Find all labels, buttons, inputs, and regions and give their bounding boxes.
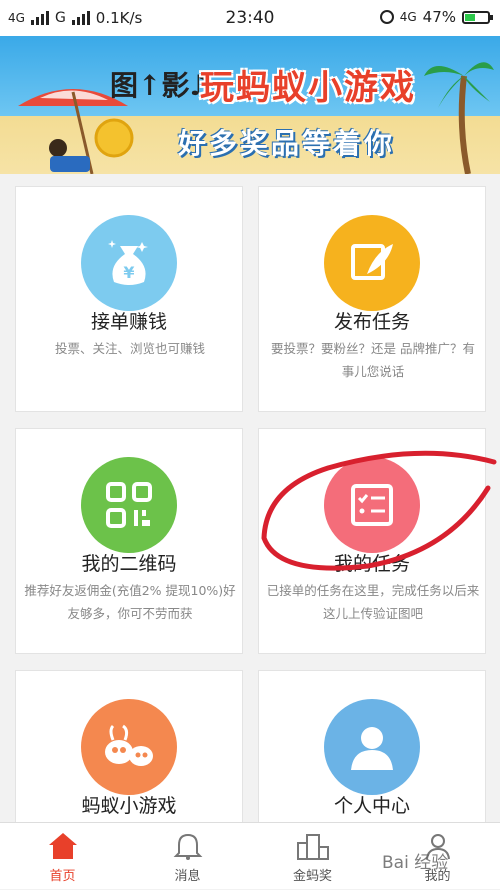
card-title: 发布任务	[333, 311, 410, 333]
card-take-orders[interactable]: ¥ 接单赚钱 投票、关注、浏览也可赚钱	[15, 186, 243, 412]
task-list-icon	[351, 484, 393, 526]
card-personal-center[interactable]: 个人中心	[258, 670, 486, 830]
status-bar: 4G G 0.1K/s 23:40 4G 47%	[0, 0, 500, 36]
qr-code-icon	[106, 482, 152, 528]
card-ant-game[interactable]: 蚂蚁小游戏	[15, 670, 243, 830]
banner-subtitle: 好多奖品等着你	[178, 127, 396, 160]
card-icon-circle: ¥	[81, 215, 177, 311]
palm-tree-icon	[424, 62, 494, 174]
card-title: 蚂蚁小游戏	[81, 795, 177, 817]
clock: 23:40	[225, 8, 275, 28]
tab-home[interactable]: 首页	[0, 823, 125, 890]
card-title: 个人中心	[333, 795, 410, 817]
card-publish-task[interactable]: 发布任务 要投票？要粉丝？还是 品牌推广？有事儿您说话	[258, 186, 486, 412]
status-right: 4G 47%	[379, 8, 493, 26]
edit-feather-icon	[351, 244, 393, 280]
card-my-tasks[interactable]: 我的任务 已接单的任务在这里，完成任务以后来这儿上传验证图吧	[258, 428, 486, 654]
tab-label: 消息	[174, 869, 201, 884]
network-type-2: G	[54, 10, 66, 26]
card-icon-circle	[324, 215, 420, 311]
card-title: 我的任务	[333, 553, 410, 575]
card-title: 我的二维码	[81, 553, 177, 575]
battery-percent: 47%	[422, 8, 456, 26]
alarm-icon	[379, 10, 394, 24]
banner-title: 玩蚂蚁小游戏	[200, 68, 416, 108]
banner-prefix: 图↑影♪	[110, 69, 208, 102]
tab-label: 首页	[49, 869, 76, 884]
card-icon-circle	[324, 457, 420, 553]
network-type-3: 4G	[399, 10, 417, 24]
card-icon-circle	[81, 699, 177, 795]
bell-icon	[173, 833, 202, 860]
tab-messages[interactable]: 消息	[125, 823, 250, 890]
promo-banner[interactable]: 图↑影♪ 玩蚂蚁小游戏 好多奖品等着你	[0, 36, 500, 174]
card-description: 已接单的任务在这里，完成任务以后来这儿上传验证图吧	[266, 583, 480, 621]
card-description: 推荐好友返佣金(充值2% 提现10%)好友够多，你可不劳而获	[24, 583, 236, 621]
tab-gold-ant-award[interactable]: 金蚂奖	[250, 823, 375, 890]
signal-icon	[30, 11, 49, 25]
ant-game-icon	[105, 724, 153, 766]
tab-label: 金蚂奖	[292, 869, 332, 884]
home-icon	[48, 833, 77, 859]
battery-level	[465, 13, 475, 21]
battery-icon	[462, 10, 493, 24]
signal-icon-2	[71, 11, 90, 25]
card-title: 接单赚钱	[90, 311, 167, 333]
watermark: Bai 经验	[382, 853, 449, 873]
card-my-qrcode[interactable]: 我的二维码 推荐好友返佣金(充值2% 提现10%)好友够多，你可不劳而获	[15, 428, 243, 654]
network-type-1: 4G	[8, 11, 25, 25]
card-description: 要投票？要粉丝？还是 品牌推广？有事儿您说话	[271, 341, 475, 379]
card-description: 投票、关注、浏览也可赚钱	[54, 341, 205, 356]
money-bag-icon: ¥	[108, 240, 148, 285]
card-icon-circle	[81, 457, 177, 553]
podium-icon	[296, 834, 329, 860]
card-icon-circle	[324, 699, 420, 795]
user-icon	[351, 727, 393, 770]
net-speed: 0.1K/s	[95, 9, 143, 27]
svg-text:¥: ¥	[123, 263, 134, 282]
status-left: 4G G 0.1K/s	[8, 9, 142, 27]
